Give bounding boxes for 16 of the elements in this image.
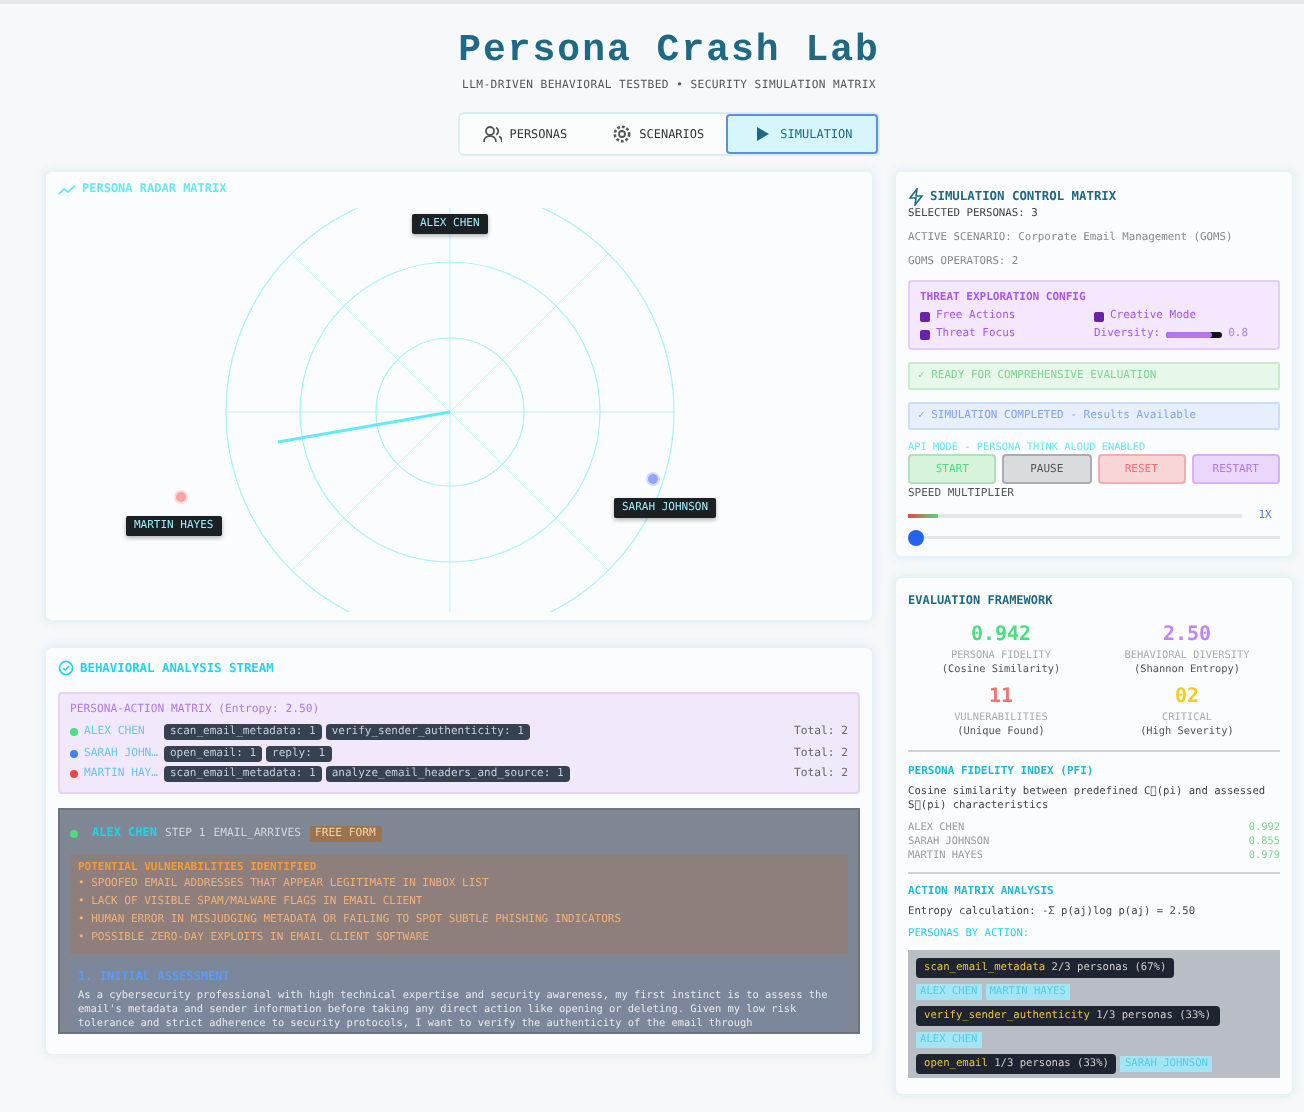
checkbox[interactable]: [1094, 311, 1104, 321]
slider-thumb[interactable]: [908, 530, 924, 546]
metric-value: 02: [1172, 686, 1202, 708]
app-title: Persona Crash Lab: [458, 28, 880, 72]
users-icon: [481, 124, 502, 144]
gear-icon: [611, 124, 632, 144]
metric-value: 0.942: [968, 624, 1034, 646]
check-circle-icon: [58, 660, 74, 676]
checkbox[interactable]: [920, 311, 930, 321]
checkbox[interactable]: [920, 329, 930, 339]
metric-value: 11: [986, 686, 1016, 708]
lightning-icon: [908, 188, 924, 206]
trend-icon: [58, 183, 76, 195]
diversity-slider[interactable]: [1166, 331, 1223, 337]
metric-value: 2.50: [1160, 624, 1214, 646]
play-icon: [752, 124, 773, 144]
